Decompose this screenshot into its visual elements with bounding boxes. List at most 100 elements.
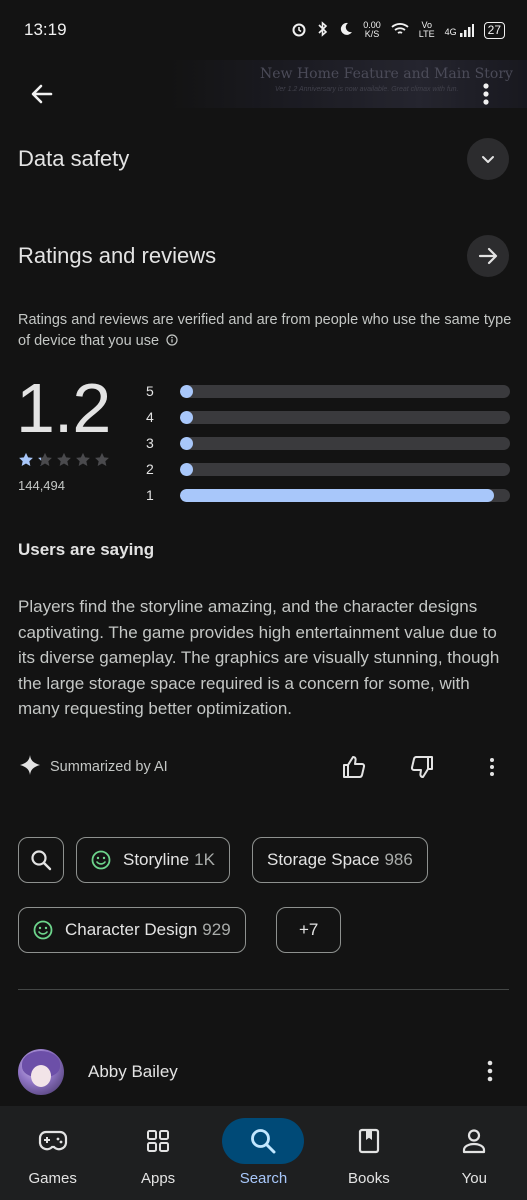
bottom-navigation: Games Apps Search Books You — [0, 1106, 527, 1200]
status-bar: 13:19 0.00 K/S Vo LTE 4G 27 — [0, 0, 527, 60]
chip-label: Character Design — [65, 920, 198, 939]
star-icon — [75, 452, 91, 472]
rating-bar-fill — [180, 462, 193, 476]
users-saying-title: Users are saying — [18, 540, 155, 559]
wifi-icon — [391, 22, 409, 39]
ratings-verified-note: Ratings and reviews are verified and are… — [18, 310, 513, 353]
nav-apps[interactable]: Apps — [113, 1118, 203, 1187]
banner-subtitle: Ver 1.2 Anniversary is now available. Gr… — [275, 86, 459, 93]
data-safety-expand-button[interactable] — [467, 138, 509, 180]
info-icon[interactable] — [166, 332, 178, 353]
rating-bar-label: 2 — [146, 461, 154, 477]
rating-bar-row: 5 — [146, 378, 510, 404]
rating-bar-label: 5 — [146, 383, 154, 399]
rating-bar-track — [180, 436, 510, 450]
sparkle-icon — [18, 753, 42, 782]
do-not-disturb-moon-icon — [339, 22, 353, 39]
book-icon — [337, 1118, 401, 1164]
rating-bar-label: 3 — [146, 435, 154, 451]
nav-search[interactable]: Search — [218, 1118, 308, 1187]
signal-indicator: 4G — [445, 23, 474, 37]
volte-indicator: Vo LTE — [418, 20, 435, 39]
rating-bar-row: 1 — [146, 482, 510, 508]
star-icon — [56, 452, 72, 472]
rating-bar-track — [180, 410, 510, 424]
ai-summary-row: Summarized by AI — [18, 750, 509, 784]
chip-count: 986 — [384, 850, 413, 869]
data-safety-title: Data safety — [18, 146, 130, 171]
rating-stars — [18, 452, 110, 472]
chip-label: Storyline — [123, 850, 190, 869]
summarized-by-ai-label: Summarized by AI — [50, 759, 168, 775]
ai-summary-actions — [337, 750, 509, 784]
rating-bar-row: 3 — [146, 430, 510, 456]
thumbs-down-button[interactable] — [405, 750, 439, 784]
net-speed: 0.00 K/S — [363, 20, 381, 39]
rating-bar-track — [180, 488, 510, 502]
chip-label: Storage Space — [267, 850, 380, 869]
search-icon — [222, 1118, 305, 1164]
back-button[interactable] — [22, 74, 62, 114]
rating-bar-fill — [180, 410, 193, 424]
app-bar: New Home Feature and Main Story Ver 1.2 … — [0, 60, 527, 128]
chip-label: +7 — [299, 920, 319, 939]
nav-you[interactable]: You — [429, 1118, 519, 1187]
alarm-icon — [291, 21, 307, 40]
more-vert-icon — [483, 83, 489, 105]
nav-label: Apps — [140, 1170, 176, 1187]
ratings-reviews-row[interactable]: Ratings and reviews — [18, 235, 509, 277]
battery-indicator: 27 — [483, 21, 505, 39]
nav-label: Search — [239, 1170, 288, 1187]
star-icon — [37, 452, 53, 472]
chevron-down-icon — [482, 156, 494, 163]
bluetooth-icon — [317, 20, 329, 40]
rating-bar-row: 4 — [146, 404, 510, 430]
reviewer-name: Abby Bailey — [88, 1062, 178, 1081]
nav-games[interactable]: Games — [8, 1118, 98, 1187]
chip-storyline[interactable]: Storyline 1K — [76, 837, 230, 883]
ai-summary-more-button[interactable] — [475, 750, 509, 784]
signal-bars-icon — [459, 24, 474, 37]
thumbs-up-icon — [343, 756, 366, 778]
rating-bar-track — [180, 462, 510, 476]
search-icon — [31, 850, 52, 871]
avatar — [18, 1049, 64, 1095]
nav-label: Games — [28, 1170, 77, 1187]
status-icons: 0.00 K/S Vo LTE 4G 27 — [291, 21, 505, 40]
more-vert-icon — [487, 1060, 493, 1082]
review-header: Abby Bailey — [18, 1048, 509, 1096]
chip-more-topics[interactable]: +7 — [276, 907, 342, 953]
ratings-reviews-open-button[interactable] — [467, 235, 509, 277]
nav-label: You — [461, 1170, 487, 1187]
rating-bar-fill — [180, 488, 494, 502]
rating-bar-row: 2 — [146, 456, 510, 482]
rating-distribution: 5 4 3 2 1 — [146, 378, 510, 508]
more-options-button[interactable] — [466, 74, 506, 114]
chip-storage-space[interactable]: Storage Space 986 — [252, 837, 428, 883]
rating-bar-track — [180, 384, 510, 398]
chip-count: 929 — [202, 920, 231, 939]
chip-count: 1K — [194, 850, 215, 869]
review-summary-text: Players find the storyline amazing, and … — [18, 597, 500, 718]
person-icon — [442, 1118, 506, 1164]
status-time: 13:19 — [24, 20, 67, 39]
rating-bar-fill — [180, 436, 193, 450]
more-vert-icon — [490, 758, 494, 776]
data-safety-row[interactable]: Data safety — [18, 138, 509, 180]
arrow-left-icon — [31, 84, 53, 104]
nav-label: Books — [348, 1170, 390, 1187]
star-icon — [94, 452, 110, 472]
arrow-right-icon — [478, 247, 498, 265]
chip-character-design[interactable]: Character Design 929 — [18, 907, 246, 953]
gamepad-icon — [21, 1118, 85, 1164]
apps-grid-icon — [126, 1118, 190, 1164]
search-reviews-chip[interactable] — [18, 837, 64, 883]
nav-books[interactable]: Books — [324, 1118, 414, 1187]
smile-icon — [33, 920, 53, 940]
rating-bar-label: 4 — [146, 409, 154, 425]
star-icon — [18, 452, 34, 472]
divider — [18, 989, 509, 990]
average-rating: 1.2 — [16, 369, 111, 447]
thumbs-up-button[interactable] — [337, 750, 371, 784]
review-more-button[interactable] — [473, 1054, 507, 1088]
